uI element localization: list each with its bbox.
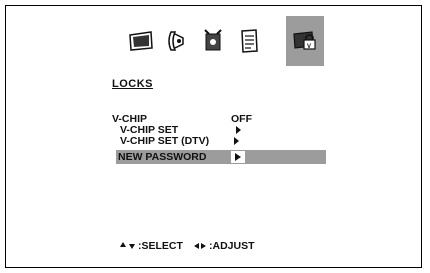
tab-locks[interactable]: V bbox=[286, 16, 324, 66]
menu-item-new-password[interactable]: NEW PASSWORD bbox=[116, 150, 326, 164]
tab-setup[interactable] bbox=[194, 16, 232, 66]
features-icon bbox=[241, 29, 258, 53]
adjust-label: :ADJUST bbox=[209, 240, 255, 252]
footer-adjust-hint: :ADJUST bbox=[194, 240, 255, 252]
arrow-right-icon bbox=[236, 126, 241, 134]
setup-icon bbox=[204, 29, 222, 51]
up-down-arrows-icon bbox=[120, 242, 126, 247]
arrow-right-icon bbox=[231, 151, 245, 163]
menu-title: LOCKS bbox=[112, 78, 153, 90]
locks-icon: V bbox=[293, 31, 316, 50]
menu-item-label: NEW PASSWORD bbox=[118, 151, 207, 163]
menu-item-label: V-CHIP SET (DTV) bbox=[120, 135, 210, 147]
arrow-right-icon bbox=[234, 137, 239, 145]
svg-text:V: V bbox=[307, 44, 311, 50]
tab-picture[interactable] bbox=[122, 16, 160, 66]
footer-select-hint: :SELECT bbox=[120, 240, 183, 252]
right-arrow-icon bbox=[201, 243, 206, 249]
picture-icon bbox=[129, 31, 153, 51]
left-arrow-icon bbox=[194, 243, 199, 249]
down-arrow-icon bbox=[129, 243, 135, 249]
menu-item-vchip-set-dtv[interactable]: V-CHIP SET (DTV) bbox=[120, 135, 270, 147]
tab-audio[interactable] bbox=[158, 16, 196, 66]
audio-icon bbox=[168, 31, 184, 51]
select-label: :SELECT bbox=[138, 240, 183, 252]
tab-features[interactable] bbox=[230, 16, 268, 66]
